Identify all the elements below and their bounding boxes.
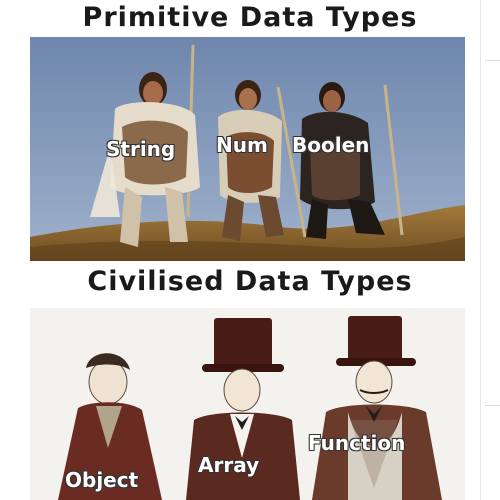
label-boolean: Boolen [292, 133, 370, 157]
label-function: Function [308, 431, 406, 455]
primitive-heading: Primitive Data Types [82, 2, 418, 33]
label-string: String [106, 137, 176, 161]
label-num: Num [216, 133, 268, 157]
label-object: Object [65, 468, 139, 492]
label-array: Array [198, 453, 260, 477]
cavemen-image: String Num Boolen [30, 37, 465, 261]
right-scroll-area [480, 0, 500, 500]
civilised-heading: Civilised Data Types [87, 266, 413, 297]
gentlemen-image: Object Array Function [30, 308, 465, 500]
